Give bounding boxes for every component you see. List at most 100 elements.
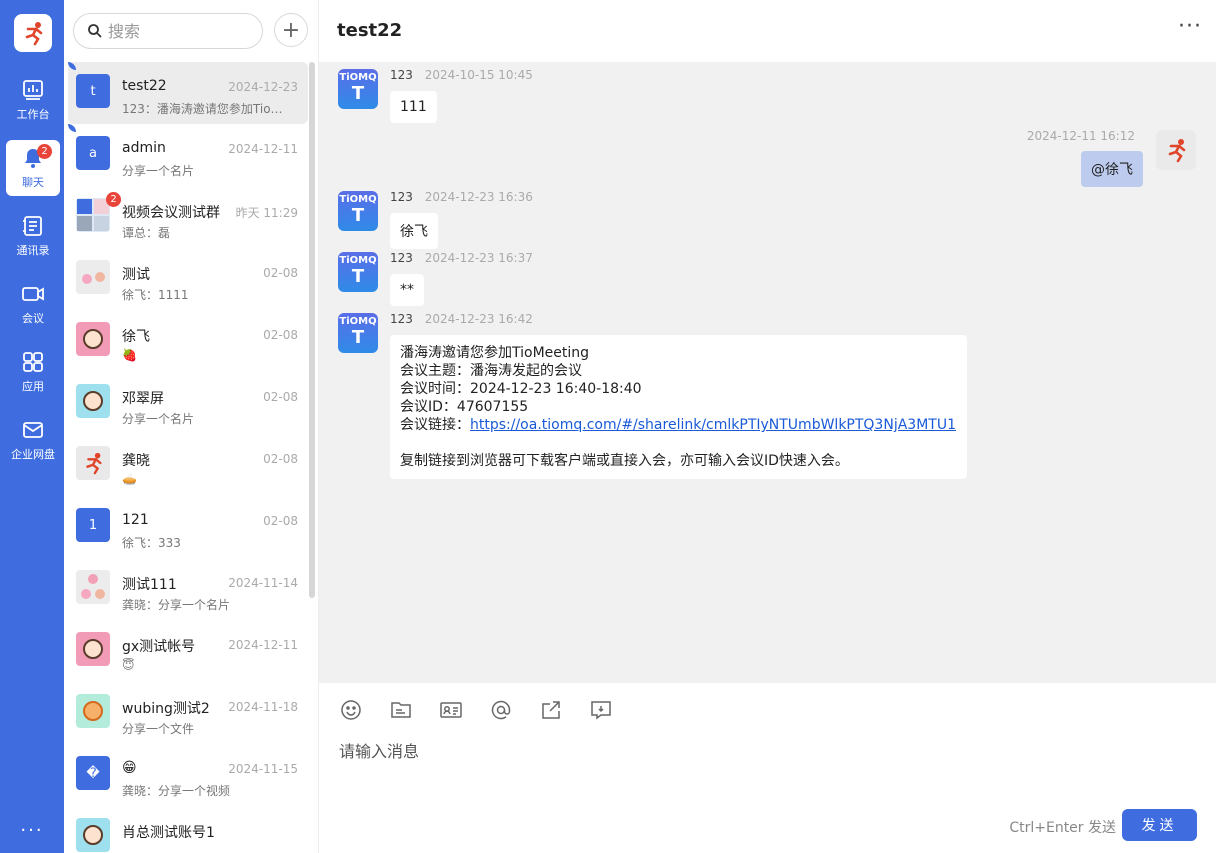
person-face-icon	[83, 701, 103, 721]
conversation-item[interactable]: a admin 2024-12-11 分享一个名片	[68, 124, 308, 186]
own-avatar[interactable]	[1156, 130, 1196, 170]
message-input[interactable]	[339, 738, 1159, 798]
mention-icon	[491, 700, 511, 720]
conversation-item[interactable]: 2 视频会议测试群 昨天 11:29 谭总：磊	[68, 186, 308, 248]
conversation-preview: 徐飞：1111	[122, 288, 189, 302]
chat-more-button[interactable]: ···	[1178, 14, 1202, 39]
sender-name: 123	[390, 190, 413, 204]
conversation-time: 02-08	[263, 452, 298, 466]
conversation-time: 昨天 11:29	[235, 206, 298, 220]
search-icon	[88, 24, 102, 38]
group-avatar-icon	[76, 260, 110, 294]
meeting-invite-bubble[interactable]: 潘海涛邀请您参加TioMeeting 会议主题：潘海涛发起的会议 会议时间：20…	[390, 335, 967, 479]
conversation-item[interactable]: wubing测试2 2024-11-18 分享一个文件	[68, 682, 308, 744]
message-meta: 123 2024-10-15 10:45	[390, 68, 533, 82]
conversation-preview: 徐飞：333	[122, 536, 181, 550]
group-avatar-icon	[76, 570, 110, 604]
runner-logo-icon	[25, 22, 43, 46]
search-input[interactable]	[108, 21, 248, 41]
message-time: 2024-12-23 16:36	[424, 190, 533, 204]
conversation-item[interactable]: 肖总测试账号1	[68, 806, 308, 853]
pin-marker-icon	[68, 124, 76, 132]
nav-label: 应用	[22, 380, 44, 393]
add-button[interactable]: +	[274, 13, 308, 47]
nav-item-apps[interactable]: 应用	[6, 344, 60, 400]
conversation-item[interactable]: 邓翠屏 02-08 分享一个名片	[68, 372, 308, 434]
group-avatar	[76, 260, 110, 294]
conversation-time: 2024-11-14	[228, 576, 298, 590]
conversation-name: admin	[122, 140, 166, 156]
message-item: TiOMQ T 123 2024-12-23 16:42 潘海涛邀请您参加TioM…	[338, 312, 978, 503]
conversation-name: 视频会议测试群	[122, 205, 220, 221]
mention-button[interactable]	[489, 698, 539, 722]
conversation-item[interactable]: 测试 02-08 徐飞：1111	[68, 248, 308, 310]
contact-card-icon	[440, 702, 462, 718]
contacts-icon	[23, 216, 42, 236]
avatar	[76, 446, 110, 480]
message-bubble[interactable]: **	[390, 274, 424, 306]
nav-label: 聊天	[22, 176, 44, 189]
conversation-item[interactable]: 测试111 2024-11-14 龚晓：分享一个名片	[68, 558, 308, 620]
avatar-label: TiOMQ	[339, 255, 377, 266]
invite-line: 会议时间：2024-12-23 16:40-18:40	[400, 381, 642, 397]
conversation-name: 肖总测试账号1	[122, 825, 215, 841]
own-message-bubble[interactable]: @徐飞	[1081, 151, 1143, 187]
avatar	[76, 322, 110, 356]
conversation-time: 02-08	[263, 390, 298, 404]
conversation-item[interactable]: gx测试帐号 2024-12-11 😇	[68, 620, 308, 682]
sender-name: 123	[390, 312, 413, 326]
avatar-label: TiOMQ	[339, 72, 377, 83]
conversation-item[interactable]: 徐飞 02-08 🍓	[68, 310, 308, 372]
sender-avatar[interactable]: TiOMQ T	[338, 313, 378, 353]
message-meta: 123 2024-12-23 16:42	[390, 312, 533, 326]
plus-icon: +	[281, 17, 301, 43]
chat-title: test22	[337, 20, 403, 41]
conversation-preview: 谭总：磊	[122, 226, 171, 240]
conversation-name: 121	[122, 512, 149, 528]
emoji-button[interactable]	[339, 698, 389, 722]
send-button[interactable]: 发送	[1122, 809, 1197, 841]
list-scrollbar[interactable]	[309, 62, 315, 598]
nav-label: 会议	[22, 312, 44, 325]
nav-item-drive[interactable]: 企业网盘	[6, 412, 60, 468]
conversation-time: 2024-11-15	[228, 762, 298, 776]
sender-avatar[interactable]: TiOMQ T	[338, 191, 378, 231]
nav-item-workbench[interactable]: 工作台	[6, 72, 60, 128]
contact-card-button[interactable]	[439, 698, 489, 722]
nav-item-chat[interactable]: 2 聊天	[6, 140, 60, 196]
invite-line: 会议ID：47607155	[400, 399, 529, 415]
message-bubble[interactable]: 徐飞	[390, 213, 438, 249]
tio-logo-icon: T	[351, 266, 365, 287]
file-icon	[391, 702, 411, 718]
sender-avatar[interactable]: TiOMQ T	[338, 252, 378, 292]
feedback-button[interactable]	[589, 698, 639, 722]
person-face-icon	[83, 639, 103, 659]
meeting-link[interactable]: https://oa.tiomq.com/#/sharelink/cmlkPTI…	[470, 417, 956, 433]
nav-rail: 工作台 2 聊天 通讯录 会议 应用 企业网盘 ···	[0, 0, 64, 853]
conversation-item[interactable]: � 😁 2024-11-15 龚晓：分享一个视频	[68, 744, 308, 806]
sender-avatar[interactable]: TiOMQ T	[338, 69, 378, 109]
avatar: t	[76, 74, 110, 108]
conversation-item[interactable]: 龚晓 02-08 🥧	[68, 434, 308, 496]
file-button[interactable]	[389, 698, 439, 722]
conversation-item[interactable]: 1 121 02-08 徐飞：333	[68, 496, 308, 558]
sender-name: 123	[390, 68, 413, 82]
conversation-time: 2024-12-11	[228, 142, 298, 156]
nav-item-contacts[interactable]: 通讯录	[6, 208, 60, 264]
conversation-list: t test22 2024-12-23 123：潘海涛邀请您参加TioMeeti…	[64, 62, 319, 853]
nav-item-meeting[interactable]: 会议	[6, 276, 60, 332]
message-bubble[interactable]: 111	[390, 91, 437, 123]
avatar	[76, 818, 110, 852]
more-menu-button[interactable]: ···	[0, 820, 64, 841]
search-box[interactable]	[73, 13, 263, 49]
avatar-label: TiOMQ	[339, 316, 377, 327]
group-avatar	[76, 570, 110, 604]
conversation-item[interactable]: t test22 2024-12-23 123：潘海涛邀请您参加TioMeeti…	[68, 62, 308, 124]
share-button[interactable]	[539, 698, 589, 722]
app-window: 工作台 2 聊天 通讯录 会议 应用 企业网盘 ··· 搜索 + t test2…	[0, 0, 1216, 853]
conversation-preview: 123：潘海涛邀请您参加TioMeeting	[122, 102, 292, 116]
avatar: 1	[76, 508, 110, 542]
group-avatar-icon	[77, 199, 109, 231]
conversation-time: 2024-12-23	[228, 80, 298, 94]
conversation-preview: 分享一个名片	[122, 164, 195, 178]
